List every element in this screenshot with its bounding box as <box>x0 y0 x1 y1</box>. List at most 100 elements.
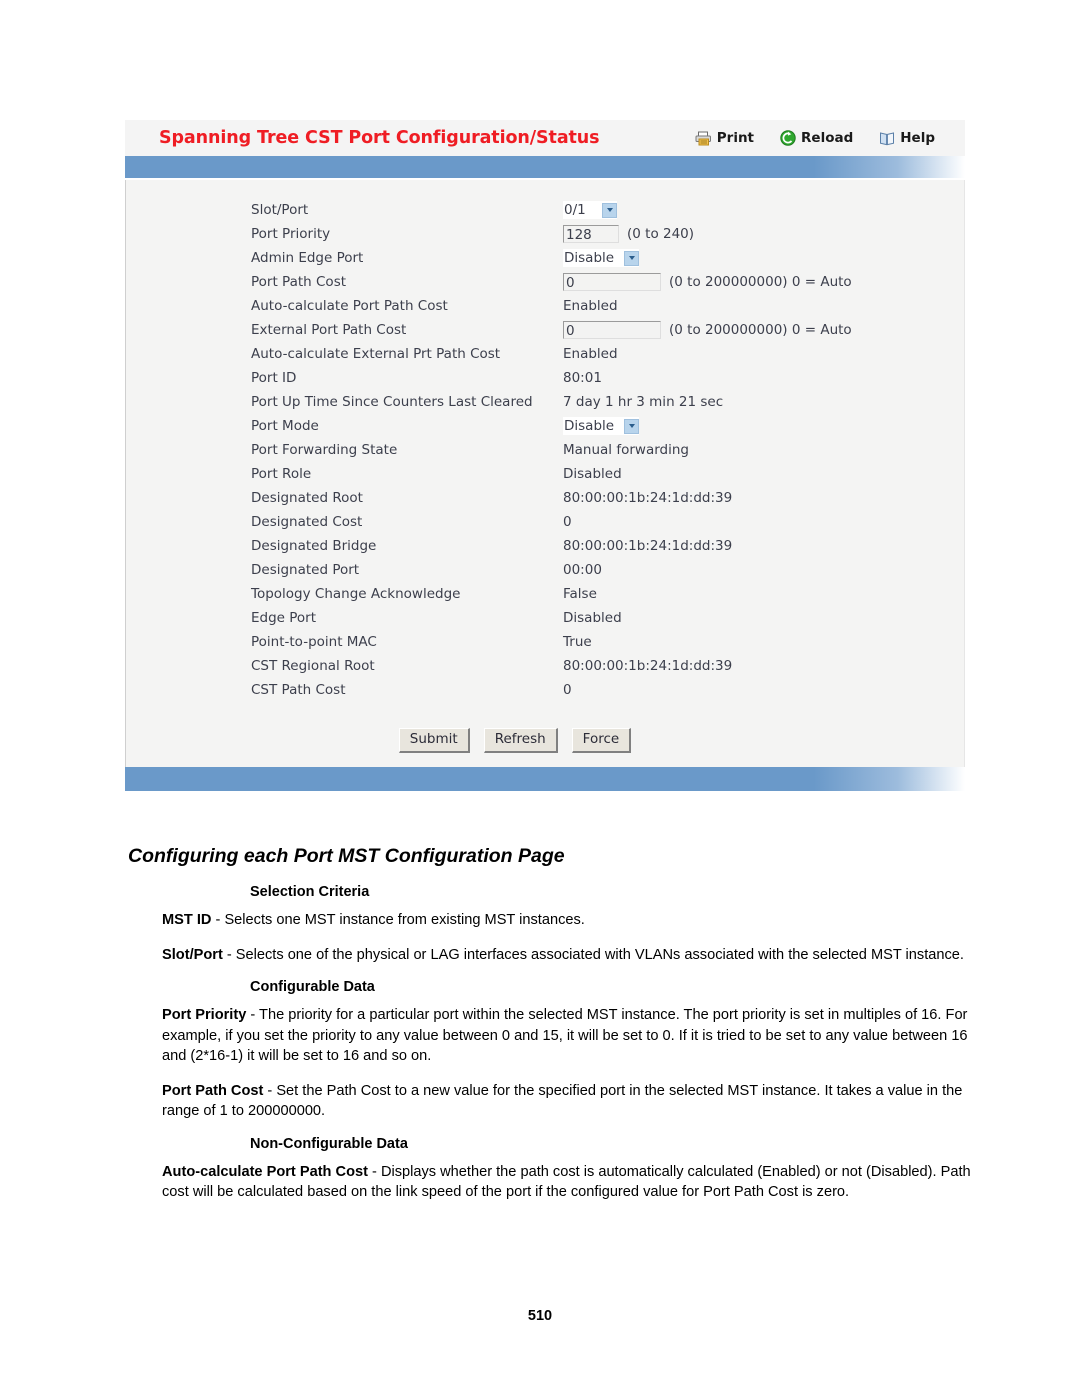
paragraph-mst-id: MST ID - Selects one MST instance from e… <box>0 910 1080 931</box>
section-heading: Configuring each Port MST Configuration … <box>128 845 565 867</box>
readonly-value: True <box>563 634 592 650</box>
device-web-ui-screenshot: Spanning Tree CST Port Configuration/Sta… <box>125 120 965 791</box>
readonly-value: 0 <box>563 514 572 530</box>
field-label: Designated Cost <box>251 514 363 530</box>
form-row: CST Regional Root 80:00:00:1b:24:1d:dd:39 <box>251 654 852 678</box>
dropdown-slot-port[interactable]: 0/1 <box>563 201 617 219</box>
field-label: Designated Bridge <box>251 538 377 554</box>
field-value-cell: 80:00:00:1b:24:1d:dd:39 <box>563 534 852 558</box>
form-row: External Port Path Cost 0 (0 to 200000000)… <box>251 318 852 342</box>
field-label: Auto-calculate External Prt Path Cost <box>251 346 501 362</box>
field-label: Port Priority <box>251 226 331 242</box>
field-value-cell: 7 day 1 hr 3 min 21 sec <box>563 390 852 414</box>
field-label: Port Mode <box>251 418 319 434</box>
help-button[interactable]: Help <box>879 130 935 146</box>
form-row: Port Path Cost 0 (0 to 200000000) 0 = Auto <box>251 270 852 294</box>
form-row: Slot/Port 0/1 <box>251 198 852 222</box>
field-value-cell: False <box>563 582 852 606</box>
force-button[interactable]: Force <box>571 728 632 753</box>
chevron-down-icon[interactable] <box>624 418 639 434</box>
readonly-value: 80:00:00:1b:24:1d:dd:39 <box>563 490 733 506</box>
help-label: Help <box>900 130 935 146</box>
form-row: Point-to-point MAC True <box>251 630 852 654</box>
input-port-path-cost[interactable]: 0 <box>563 273 661 291</box>
term-mst-id: MST ID <box>162 912 212 928</box>
field-range-hint: (0 to 200000000) 0 = Auto <box>669 274 852 290</box>
field-value-cell: 80:00:00:1b:24:1d:dd:39 <box>563 486 852 510</box>
paragraph-port-path-cost: Port Path Cost - Set the Path Cost to a … <box>0 1081 1080 1122</box>
field-label: Designated Port <box>251 562 360 578</box>
field-range-hint: (0 to 240) <box>627 226 695 242</box>
text-port-priority: - The priority for a particular port wit… <box>162 1007 968 1064</box>
field-value-cell: 00:00 <box>563 558 852 582</box>
field-label: Auto-calculate Port Path Cost <box>251 298 448 314</box>
readonly-value: Enabled <box>563 346 618 362</box>
form-row: Port ID 80:01 <box>251 366 852 390</box>
readonly-value: 00:00 <box>563 562 602 578</box>
form-row: Port Forwarding State Manual forwarding <box>251 438 852 462</box>
readonly-value: False <box>563 586 597 602</box>
field-value-cell: Enabled <box>563 294 852 318</box>
field-label: Point-to-point MAC <box>251 634 377 650</box>
form-row: Designated Cost 0 <box>251 510 852 534</box>
dropdown-admin-edge-port[interactable]: Disable <box>563 249 639 267</box>
print-button[interactable]: Print <box>695 130 754 146</box>
field-label: Designated Root <box>251 490 363 506</box>
refresh-button[interactable]: Refresh <box>483 728 558 753</box>
panel-body: Slot/Port 0/1 Port Priority 128 (0 to 240) Ad… <box>125 180 965 767</box>
page-number: 510 <box>527 1308 553 1324</box>
form-row: Port Priority 128 (0 to 240) <box>251 222 852 246</box>
term-port-path-cost: Port Path Cost <box>162 1082 264 1099</box>
field-value-cell: 0/1 <box>563 198 852 222</box>
paragraph-slot-port: Slot/Port - Selects one of the physical … <box>0 945 1080 966</box>
footer-accent-band <box>125 766 965 791</box>
field-label: CST Regional Root <box>251 658 375 674</box>
field-value-cell: Disable <box>563 246 852 270</box>
field-value-cell: 80:01 <box>563 366 852 390</box>
input-external-port-path-cost[interactable]: 0 <box>563 321 661 339</box>
readonly-value: 80:00:00:1b:24:1d:dd:39 <box>563 658 733 674</box>
form-row: Auto-calculate Port Path Cost Enabled <box>251 294 852 318</box>
form-row: Designated Bridge 80:00:00:1b:24:1d:dd:39 <box>251 534 852 558</box>
field-value-cell: Disable <box>563 414 852 438</box>
form-row: CST Path Cost 0 <box>251 678 852 702</box>
paragraph-port-priority: Port Priority - The priority for a parti… <box>0 1005 1080 1067</box>
reload-label: Reload <box>801 130 854 146</box>
chevron-down-icon[interactable] <box>602 202 617 218</box>
readonly-value: 80:00:00:1b:24:1d:dd:39 <box>563 538 733 554</box>
reload-button[interactable]: Reload <box>780 130 853 146</box>
form-button-row: Submit Refresh Force <box>126 728 964 753</box>
field-label: Admin Edge Port <box>251 250 364 266</box>
header-toolbar: Print Reload Help <box>695 130 959 146</box>
dropdown-selected-value: 0/1 <box>564 202 586 218</box>
field-label: CST Path Cost <box>251 682 346 698</box>
form-row: Auto-calculate External Prt Path Cost Ena… <box>251 342 852 366</box>
page-title: Spanning Tree CST Port Configuration/Sta… <box>159 128 600 148</box>
readonly-value: Disabled <box>563 466 622 482</box>
readonly-value: Enabled <box>563 298 618 314</box>
field-value-cell: 0 <box>563 510 852 534</box>
input-port-priority[interactable]: 128 <box>563 225 619 243</box>
text-slot-port: - Selects one of the physical or LAG int… <box>222 946 964 963</box>
field-value-cell: 0 (0 to 200000000) 0 = Auto <box>563 270 852 294</box>
port-configuration-form: Slot/Port 0/1 Port Priority 128 (0 to 240) Ad… <box>251 198 852 702</box>
form-row: Edge Port Disabled <box>251 606 852 630</box>
paragraph-auto-calculate: Auto-calculate Port Path Cost - Displays… <box>0 1162 1080 1203</box>
submit-button[interactable]: Submit <box>398 728 470 753</box>
field-value-cell: Enabled <box>563 342 852 366</box>
print-label: Print <box>716 130 755 146</box>
field-range-hint: (0 to 200000000) 0 = Auto <box>669 322 852 338</box>
dropdown-port-mode[interactable]: Disable <box>563 417 639 435</box>
field-value-cell: Disabled <box>563 462 852 486</box>
header-accent-band <box>125 156 965 180</box>
readonly-value: 7 day 1 hr 3 min 21 sec <box>563 394 724 410</box>
form-row: Port Role Disabled <box>251 462 852 486</box>
field-value-cell: 80:00:00:1b:24:1d:dd:39 <box>563 654 852 678</box>
field-label: External Port Path Cost <box>251 322 407 338</box>
chevron-down-icon[interactable] <box>624 250 639 266</box>
field-label: Port Path Cost <box>251 274 347 290</box>
form-row: Topology Change Acknowledge False <box>251 582 852 606</box>
field-label: Topology Change Acknowledge <box>251 586 461 602</box>
form-row: Admin Edge Port Disable <box>251 246 852 270</box>
subheading-selection-criteria: Selection Criteria <box>250 884 370 900</box>
